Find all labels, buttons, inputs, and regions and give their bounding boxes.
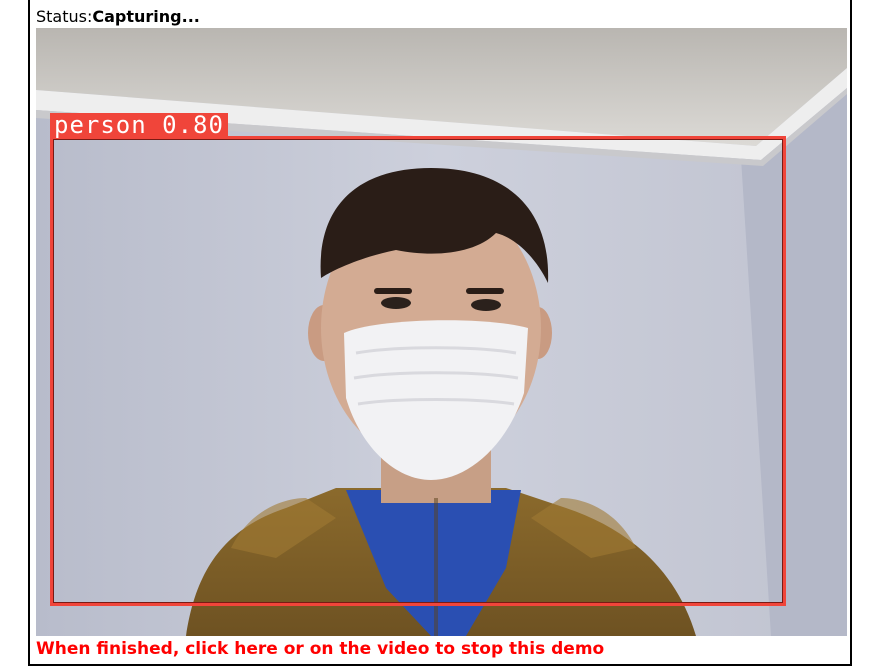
stop-demo-link[interactable]: When finished, click here or on the vide…	[36, 638, 604, 660]
demo-frame: Status:Capturing... person 0.80 When fin…	[28, 0, 852, 666]
status-label: Status:	[36, 7, 93, 26]
video-feed[interactable]	[36, 28, 847, 636]
status-value: Capturing...	[92, 7, 200, 26]
video-frame-image	[36, 28, 847, 636]
status-line: Status:Capturing...	[36, 8, 200, 26]
